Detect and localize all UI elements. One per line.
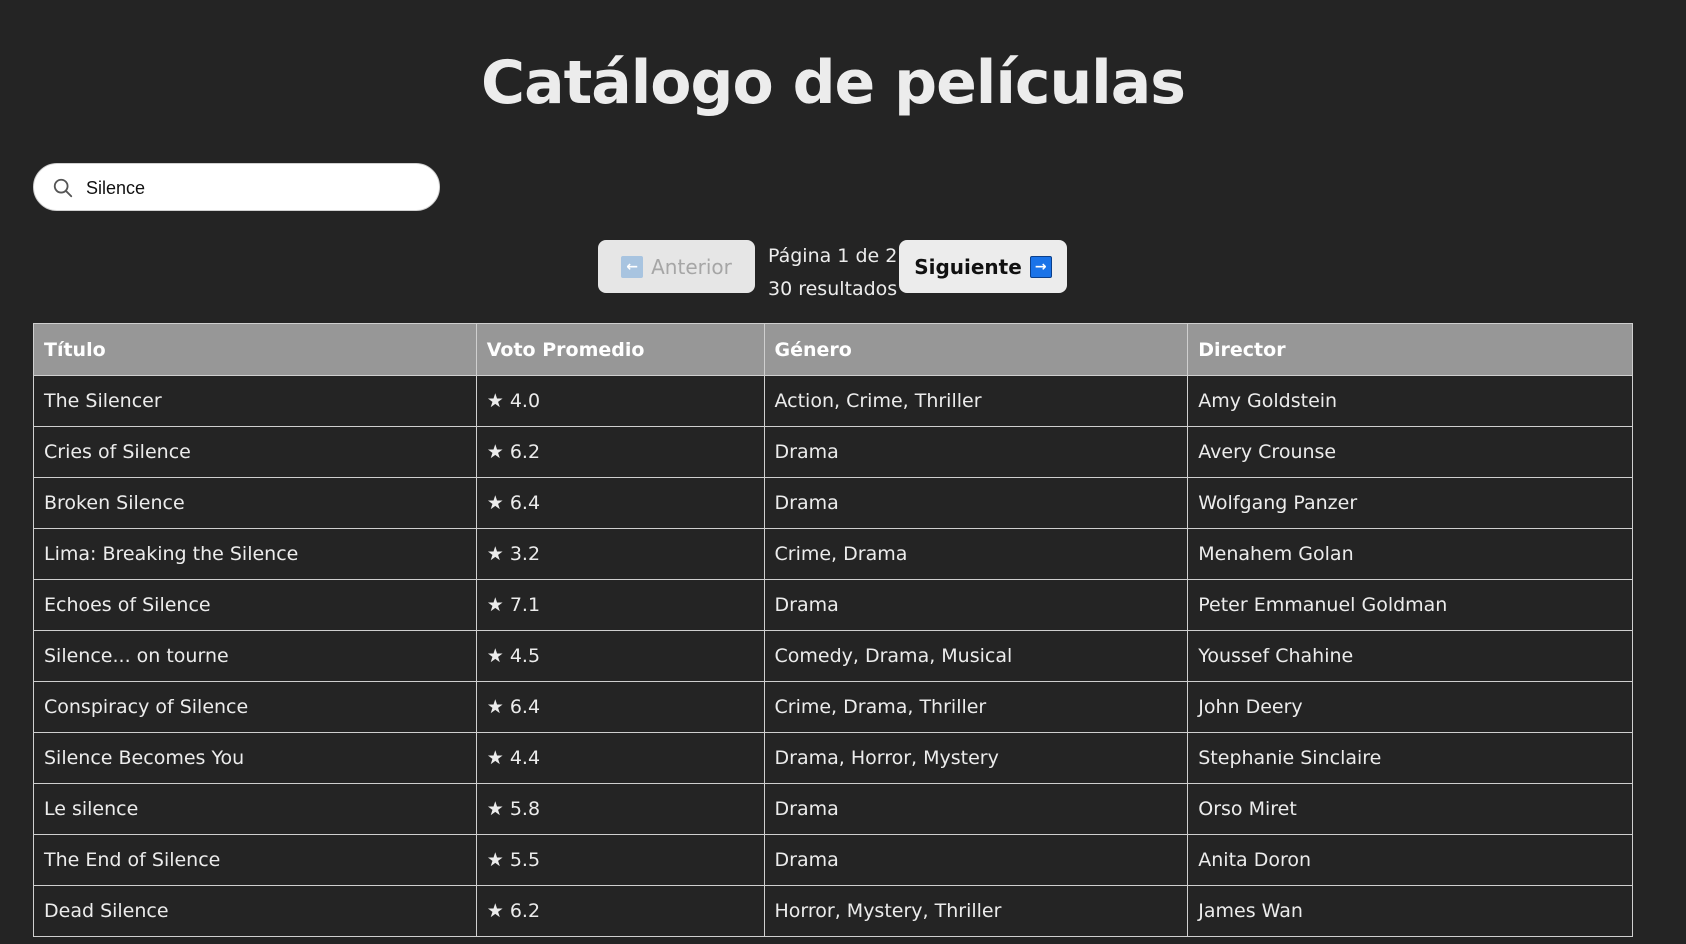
column-header-title[interactable]: Título <box>33 323 477 376</box>
cell-title: Echoes of Silence <box>33 579 477 631</box>
cell-genre: Action, Crime, Thriller <box>763 375 1189 427</box>
cell-director: James Wan <box>1187 885 1633 937</box>
pagination: ← Anterior Página 1 de 2 30 resultados S… <box>0 240 1686 300</box>
next-page-label: Siguiente <box>914 254 1022 279</box>
table-row[interactable]: Cries of Silence ★ 6.2 Drama Avery Croun… <box>33 426 1633 478</box>
table-header-row: Título Voto Promedio Género Director <box>33 323 1633 376</box>
next-page-button[interactable]: Siguiente → <box>899 240 1067 293</box>
cell-director: Anita Doron <box>1187 834 1633 886</box>
cell-genre: Crime, Drama <box>763 528 1189 580</box>
search-input[interactable] <box>86 172 426 204</box>
movies-table: Título Voto Promedio Género Director The… <box>33 323 1633 937</box>
table-row[interactable]: Silence Becomes You ★ 4.4 Drama, Horror,… <box>33 732 1633 784</box>
cell-title: The Silencer <box>33 375 477 427</box>
cell-genre: Comedy, Drama, Musical <box>763 630 1189 682</box>
cell-genre: Drama, Horror, Mystery <box>763 732 1189 784</box>
cell-title: Lima: Breaking the Silence <box>33 528 477 580</box>
cell-vote: ★ 6.4 <box>475 477 765 529</box>
page-info: Página 1 de 2 30 resultados <box>768 240 898 306</box>
cell-vote: ★ 5.8 <box>475 783 765 835</box>
cell-genre: Drama <box>763 579 1189 631</box>
column-header-genre[interactable]: Género <box>763 323 1189 376</box>
previous-page-label: Anterior <box>651 254 732 279</box>
cell-genre: Drama <box>763 426 1189 478</box>
table-row[interactable]: The Silencer ★ 4.0 Action, Crime, Thrill… <box>33 375 1633 427</box>
cell-director: Youssef Chahine <box>1187 630 1633 682</box>
cell-title: Silence... on tourne <box>33 630 477 682</box>
previous-page-button[interactable]: ← Anterior <box>598 240 755 293</box>
cell-director: Orso Miret <box>1187 783 1633 835</box>
cell-director: Amy Goldstein <box>1187 375 1633 427</box>
cell-vote: ★ 7.1 <box>475 579 765 631</box>
table-row[interactable]: Echoes of Silence ★ 7.1 Drama Peter Emma… <box>33 579 1633 631</box>
cell-genre: Drama <box>763 783 1189 835</box>
cell-vote: ★ 4.0 <box>475 375 765 427</box>
arrow-left-icon: ← <box>621 255 644 278</box>
cell-genre: Horror, Mystery, Thriller <box>763 885 1189 937</box>
cell-director: Stephanie Sinclaire <box>1187 732 1633 784</box>
cell-director: John Deery <box>1187 681 1633 733</box>
cell-vote: ★ 5.5 <box>475 834 765 886</box>
cell-director: Avery Crounse <box>1187 426 1633 478</box>
cell-director: Menahem Golan <box>1187 528 1633 580</box>
cell-director: Wolfgang Panzer <box>1187 477 1633 529</box>
cell-genre: Drama <box>763 834 1189 886</box>
page-title: Catálogo de películas <box>481 48 1186 118</box>
cell-vote: ★ 3.2 <box>475 528 765 580</box>
table-row[interactable]: Le silence ★ 5.8 Drama Orso Miret <box>33 783 1633 835</box>
page: Catálogo de películas ← Anterior Página … <box>0 0 1686 944</box>
cell-title: Silence Becomes You <box>33 732 477 784</box>
column-header-vote[interactable]: Voto Promedio <box>475 323 765 376</box>
cell-genre: Crime, Drama, Thriller <box>763 681 1189 733</box>
search-box[interactable] <box>33 163 440 211</box>
results-count: 30 resultados <box>768 278 898 300</box>
table-row[interactable]: The End of Silence ★ 5.5 Drama Anita Dor… <box>33 834 1633 886</box>
cell-title: The End of Silence <box>33 834 477 886</box>
cell-vote: ★ 6.2 <box>475 885 765 937</box>
cell-title: Broken Silence <box>33 477 477 529</box>
cell-title: Conspiracy of Silence <box>33 681 477 733</box>
arrow-right-icon: → <box>1029 255 1052 278</box>
cell-director: Peter Emmanuel Goldman <box>1187 579 1633 631</box>
cell-title: Le silence <box>33 783 477 835</box>
cell-title: Dead Silence <box>33 885 477 937</box>
table-row[interactable]: Silence... on tourne ★ 4.5 Comedy, Drama… <box>33 630 1633 682</box>
table-row[interactable]: Lima: Breaking the Silence ★ 3.2 Crime, … <box>33 528 1633 580</box>
cell-title: Cries of Silence <box>33 426 477 478</box>
cell-vote: ★ 6.2 <box>475 426 765 478</box>
table-row[interactable]: Broken Silence ★ 6.4 Drama Wolfgang Panz… <box>33 477 1633 529</box>
cell-vote: ★ 4.4 <box>475 732 765 784</box>
cell-vote: ★ 4.5 <box>475 630 765 682</box>
table-row[interactable]: Conspiracy of Silence ★ 6.4 Crime, Drama… <box>33 681 1633 733</box>
page-indicator: Página 1 de 2 <box>768 245 898 267</box>
column-header-director[interactable]: Director <box>1187 323 1633 376</box>
cell-vote: ★ 6.4 <box>475 681 765 733</box>
search-icon <box>53 178 73 198</box>
cell-genre: Drama <box>763 477 1189 529</box>
table-row[interactable]: Dead Silence ★ 6.2 Horror, Mystery, Thri… <box>33 885 1633 937</box>
